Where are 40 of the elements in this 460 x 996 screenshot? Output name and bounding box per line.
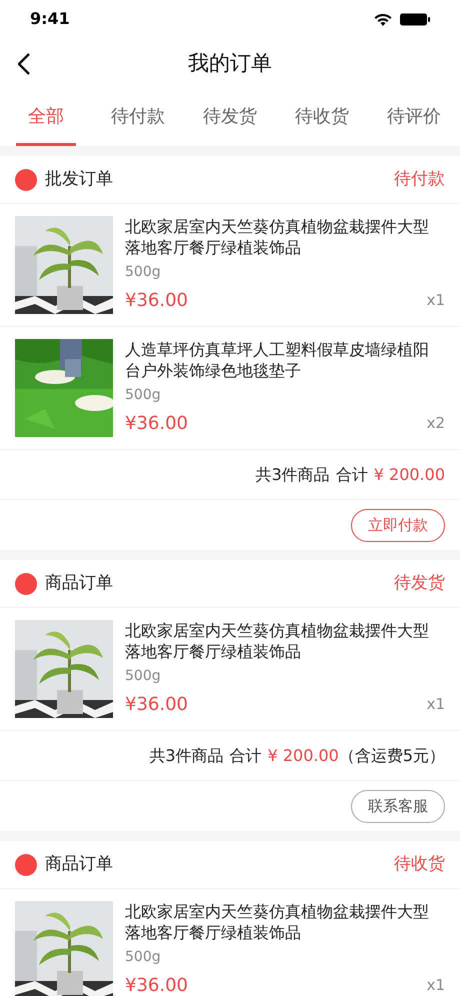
order-tab[interactable]: 待付款 [108, 90, 168, 146]
total-label: 合计 [336, 464, 368, 486]
battery-icon [400, 12, 430, 26]
order-status: 待发货 [394, 572, 445, 595]
product-price: ¥36.00 [125, 289, 188, 313]
order-action-button[interactable]: 立即付款 [351, 508, 445, 542]
total-amount: ¥ 200.00 [374, 464, 445, 486]
product-spec: 500g [125, 263, 161, 282]
order-type: 商品订单 [45, 852, 113, 876]
quantity: x1 [426, 290, 445, 312]
order-tab[interactable]: 待评价 [384, 90, 444, 146]
product-spec: 500g [125, 948, 161, 967]
order-action-button[interactable]: 联系客服 [351, 790, 445, 822]
product-price: ¥36.00 [125, 974, 188, 996]
wifi-icon [374, 12, 392, 26]
order-type: 商品订单 [45, 572, 113, 595]
product-title: 北欧家居室内天竺葵仿真植物盆栽摆件大型落地客厅餐厅绿植装饰品 [125, 216, 430, 258]
status-time: 9:41 [30, 8, 70, 30]
order-tab[interactable]: 待收货 [292, 90, 352, 146]
order-type: 批发订单 [45, 168, 113, 191]
product-title: 北欧家居室内天竺葵仿真植物盆栽摆件大型落地客厅餐厅绿植装饰品 [125, 901, 430, 943]
quantity: x2 [426, 413, 445, 434]
product-spec: 500g [125, 386, 161, 405]
product-price: ¥36.00 [125, 412, 188, 436]
order-tab[interactable]: 待发货 [200, 90, 260, 146]
order-status: 待付款 [394, 168, 445, 191]
quantity: x1 [426, 975, 445, 996]
product-price: ¥36.00 [125, 693, 188, 717]
order-status: 待收货 [394, 852, 445, 876]
quantity: x1 [426, 694, 445, 716]
page-title: 我的订单 [188, 50, 272, 78]
shipping-note: （含运费5元） [338, 744, 445, 766]
total-amount: ¥ 200.00 [268, 744, 339, 766]
product-spec: 500g [125, 667, 161, 686]
total-label: 合计 [230, 744, 262, 766]
item-count: 共3件商品 [256, 464, 330, 486]
item-count: 共3件商品 [149, 744, 224, 766]
order-tab[interactable]: 全部 [16, 90, 76, 146]
product-title: 北欧家居室内天竺葵仿真植物盆栽摆件大型落地客厅餐厅绿植装饰品 [125, 620, 430, 662]
product-title: 人造草坪仿真草坪人工塑料假草皮墙绿植阳台户外装饰绿色地毯垫子 [125, 339, 430, 381]
